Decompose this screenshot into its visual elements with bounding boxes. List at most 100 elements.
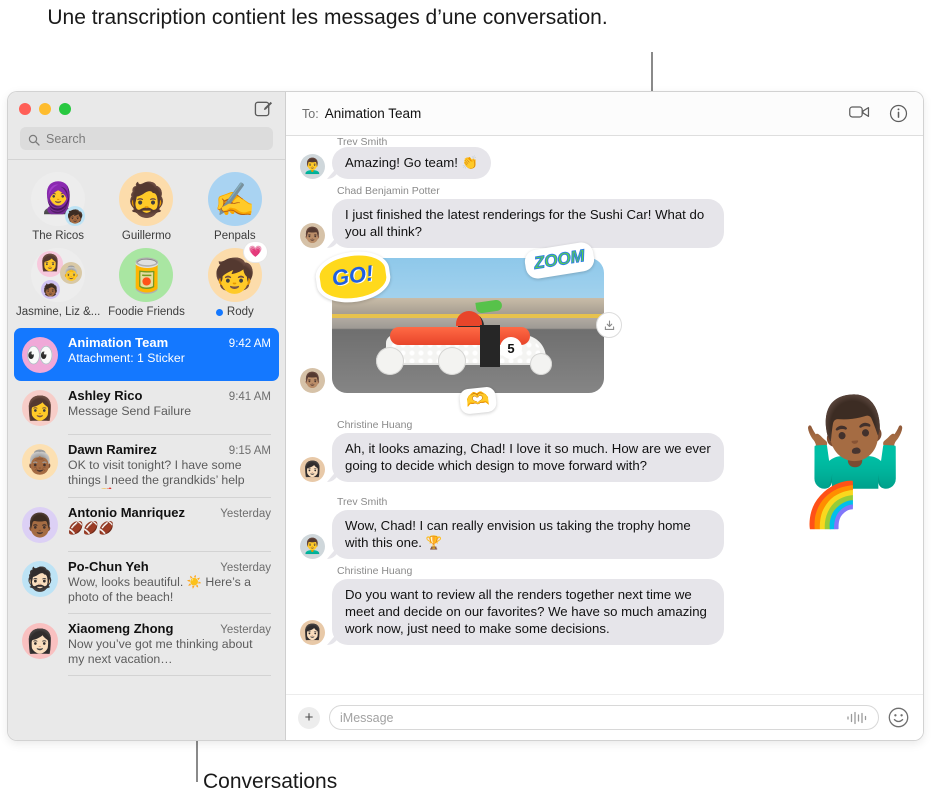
- pinned-conversations: 🧕 🧒🏾 The Ricos 🧔 Guillermo ✍️ Penpals 👩 …: [8, 159, 285, 324]
- message-bubble[interactable]: I just finished the latest renderings fo…: [332, 199, 724, 248]
- avatar-emoji: ✍️: [214, 180, 256, 218]
- pinned-item-label: The Ricos: [32, 230, 85, 242]
- callout-bottom-text: Conversations: [203, 770, 338, 793]
- conversation-time: Yesterday: [220, 508, 271, 520]
- recipient-name[interactable]: Animation Team: [325, 106, 422, 121]
- download-icon[interactable]: [596, 312, 622, 338]
- avatar[interactable]: 👨🏽: [300, 223, 325, 248]
- imessage-placeholder: iMessage: [340, 710, 394, 725]
- conversation-name: Ashley Rico: [68, 388, 143, 403]
- message-sender: Trev Smith: [337, 496, 388, 508]
- nori-band: [480, 325, 500, 367]
- pinned-item-label: Guillermo: [121, 230, 172, 242]
- conversation-content: Po-Chun Yeh Yesterday Wow, looks beautif…: [68, 559, 271, 605]
- avatar-emoji: 👩🏻: [303, 461, 322, 478]
- search-input[interactable]: Search: [20, 127, 273, 150]
- avatar-emoji: 👩🏻: [25, 627, 55, 654]
- conversation-list: 👀 Animation Team 9:42 AM Attachment: 1 S…: [8, 324, 285, 740]
- pinned-item-guillermo[interactable]: 🧔 Guillermo: [102, 172, 190, 242]
- pinned-item-the-ricos[interactable]: 🧕 🧒🏾 The Ricos: [14, 172, 102, 242]
- maximize-button[interactable]: [59, 102, 71, 115]
- message-bubble[interactable]: Ah, it looks amazing, Chad! I love it so…: [332, 433, 724, 482]
- avatar: 👩🏻: [22, 623, 58, 659]
- avatar-emoji: 👵🏾: [25, 448, 55, 475]
- avatar[interactable]: 👨🏽: [300, 368, 325, 393]
- sushi-car-illustration: 5: [372, 299, 562, 375]
- conversation-row-po-chun-yeh[interactable]: 🧔🏻 Po-Chun Yeh Yesterday Wow, looks beau…: [14, 552, 279, 613]
- message-row-image: 👨🏽 5 GO! ZOOM 🫶: [286, 240, 923, 415]
- conversation-time: 9:15 AM: [228, 445, 271, 457]
- message-row: 👨‍🦱 Wow, Chad! I can really envision us …: [286, 484, 923, 559]
- info-icon[interactable]: [889, 104, 909, 124]
- pinned-item-rody[interactable]: 🧒 💗 Rody: [191, 242, 279, 318]
- emoji-smiley-icon[interactable]: [888, 707, 909, 728]
- conversation-preview: Wow, looks beautiful. ☀️ Here’s a photo …: [68, 575, 251, 604]
- close-button[interactable]: [19, 102, 31, 115]
- conversation-header: Xiaomeng Zhong Yesterday: [68, 621, 271, 636]
- search-area: Search: [8, 125, 285, 159]
- avatar-emoji: 👩: [25, 394, 55, 421]
- conversation-time: 9:42 AM: [228, 338, 271, 350]
- sticker-heart-hands[interactable]: 🫶: [458, 386, 497, 415]
- message-input-bar: + iMessage: [286, 694, 923, 740]
- pinned-item-name: Rody: [226, 306, 254, 318]
- message-sender: Christine Huang: [337, 419, 413, 431]
- video-camera-icon[interactable]: [849, 104, 870, 124]
- avatar: 👩 👵 🧑🏾: [31, 248, 86, 302]
- avatar[interactable]: 👨‍🦱: [300, 154, 325, 179]
- avatar[interactable]: 👩🏻: [300, 620, 325, 645]
- conversation-row-ashley-rico[interactable]: 👩 Ashley Rico 9:41 AM Message Send Failu…: [14, 381, 279, 434]
- message-bubble[interactable]: Wow, Chad! I can really envision us taki…: [332, 510, 724, 559]
- sidebar: Search 🧕 🧒🏾 The Ricos 🧔 Guillermo ✍️ Pen…: [8, 92, 286, 740]
- message-thread[interactable]: Trev Smith 👨‍🦱 Amazing! Go team! 👏 Chad …: [286, 136, 923, 694]
- conversation-preview: 🏈🏈🏈: [68, 521, 114, 535]
- avatar: 🧔: [119, 172, 174, 226]
- avatar-emoji: 👨🏽: [303, 227, 322, 244]
- conversation-name: Po-Chun Yeh: [68, 559, 149, 574]
- conversation-preview: Message Send Failure: [68, 404, 192, 418]
- avatar: 👩: [22, 390, 58, 426]
- imessage-input[interactable]: iMessage: [329, 705, 879, 730]
- message-row: 👩🏻 Do you want to review all the renders…: [286, 579, 923, 645]
- avatar: ✍️: [207, 172, 262, 226]
- compose-icon[interactable]: [254, 99, 273, 118]
- avatar-emoji: 👨‍🦱: [303, 158, 322, 175]
- audio-waveform-icon[interactable]: [846, 711, 868, 725]
- conversation-name: Antonio Manriquez: [68, 505, 185, 520]
- conversation-row-antonio-manriquez[interactable]: 👨🏾 Antonio Manriquez Yesterday 🏈🏈🏈: [14, 498, 279, 551]
- pinned-item-label: Jasmine, Liz &...: [15, 306, 101, 318]
- pinned-item-jasmine-liz[interactable]: 👩 👵 🧑🏾 Jasmine, Liz &...: [14, 248, 102, 318]
- header-actions: [849, 104, 909, 124]
- callout-bottom-leader-line: [196, 740, 198, 782]
- avatar-emoji: 🧒: [214, 256, 256, 294]
- message-bubble[interactable]: Amazing! Go team! 👏: [332, 147, 491, 179]
- conversation-name: Dawn Ramirez: [68, 442, 157, 457]
- message-sender: Trev Smith: [337, 136, 388, 145]
- search-placeholder: Search: [46, 131, 86, 146]
- avatar: 👀: [22, 337, 58, 373]
- car-number: 5: [500, 337, 522, 359]
- pinned-item-label: Rody: [215, 306, 254, 318]
- conversation-header: Animation Team 9:42 AM: [68, 335, 271, 350]
- avatar[interactable]: 👨‍🦱: [300, 534, 325, 559]
- conversation-row-animation-team[interactable]: 👀 Animation Team 9:42 AM Attachment: 1 S…: [14, 328, 279, 381]
- conversation-header: Antonio Manriquez Yesterday: [68, 505, 271, 520]
- photo-attachment[interactable]: 5 GO! ZOOM 🫶: [312, 240, 604, 415]
- pinned-item-foodie-friends[interactable]: 🥫 Foodie Friends: [102, 248, 190, 318]
- wheel: [530, 353, 552, 375]
- avatar[interactable]: 👩🏻: [300, 457, 325, 482]
- conversation-content: Xiaomeng Zhong Yesterday Now you’ve got …: [68, 621, 271, 667]
- pinned-item-label: Penpals: [214, 230, 256, 242]
- sticker-memoji-shrug[interactable]: 🤷🏾‍♂️: [802, 399, 909, 485]
- conversation-row-xiaomeng-zhong[interactable]: 👩🏻 Xiaomeng Zhong Yesterday Now you’ve g…: [14, 614, 279, 675]
- conversation-row-dawn-ramirez[interactable]: 👵🏾 Dawn Ramirez 9:15 AM OK to visit toni…: [14, 435, 279, 497]
- pinned-item-penpals[interactable]: ✍️ Penpals: [191, 172, 279, 242]
- message-bubble[interactable]: Do you want to review all the renders to…: [332, 579, 724, 645]
- unread-dot-icon: [215, 308, 223, 316]
- avatar-emoji: 🥫: [125, 256, 168, 294]
- minimize-button[interactable]: [39, 102, 51, 115]
- tapback-heart-badge: 💗: [243, 242, 267, 262]
- screenshot-root: Une transcription contient les messages …: [0, 0, 931, 806]
- add-attachment-button[interactable]: +: [298, 706, 320, 729]
- avatar-emoji: 🧔: [125, 180, 168, 218]
